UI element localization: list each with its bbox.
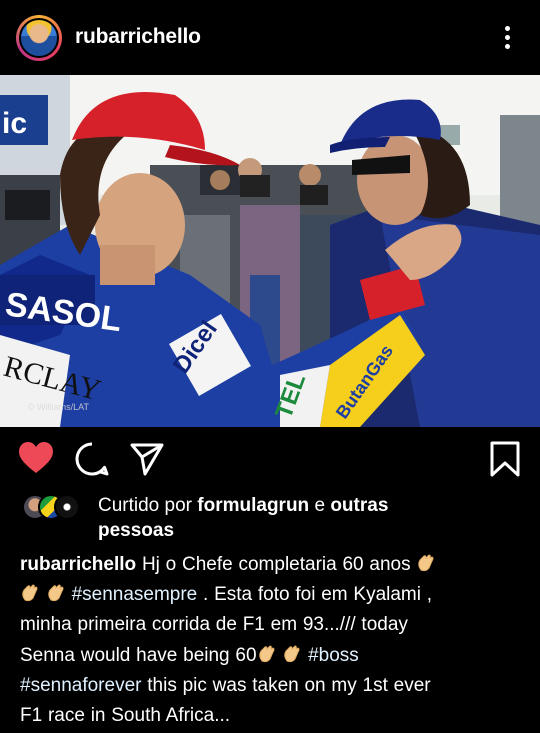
hashtag-sennaforever[interactable]: #sennaforever [20,675,141,696]
caption-text-6: F1 race in South Africa... [20,705,231,727]
caption-text-4: Senna would have being 60 [20,644,257,666]
clapping-hands-emoji [416,553,436,573]
heart-filled-icon[interactable] [18,441,54,480]
clapping-hands-emoji [257,644,277,664]
likes-others-link[interactable]: outras [330,495,388,516]
comment-icon[interactable] [75,442,109,481]
likes-text: Curtido por formulagrun e outras pessoas [98,493,518,543]
post-actions-bar [0,437,540,481]
likes-others-link-2[interactable]: pessoas [98,520,174,541]
post-photo[interactable]: ic SASOL RCLAY Dicel ButanGas TEL © Will… [0,75,540,427]
svg-text:ic: ic [2,107,27,140]
bookmark-icon[interactable] [489,441,521,482]
caption-text-5: this pic was taken on my 1st ever [147,674,431,696]
clapping-hands-emoji [20,583,40,603]
profile-avatar[interactable] [19,18,59,58]
likes-summary[interactable]: Curtido por formulagrun e outras pessoas [0,492,540,542]
liker-avatars[interactable] [22,494,92,520]
caption-text-3: minha primeira corrida de F1 em 93...///… [20,614,408,636]
post-header: rubarrichello [0,0,540,75]
post-caption: rubarrichello Hj o Chefe completaria 60 … [20,550,525,731]
clapping-hands-emoji [282,644,302,664]
hashtag-boss[interactable]: #boss [308,645,359,666]
post-username[interactable]: rubarrichello [75,25,201,49]
caption-text-1: Hj o Chefe completaria 60 anos [141,554,411,575]
likes-prefix: Curtido por [98,495,192,516]
liker-username[interactable]: formulagrun [197,495,309,516]
send-icon[interactable] [130,442,164,481]
likes-conjunction: e [314,495,326,516]
caption-username[interactable]: rubarrichello [20,554,136,575]
clapping-hands-emoji [46,583,66,603]
profile-avatar-ring[interactable] [16,15,62,61]
caption-text-2: . Esta foto foi em Kyalami , [203,584,433,606]
liker-avatar[interactable] [54,494,80,520]
hashtag-sennasempre[interactable]: #sennasempre [72,584,198,605]
more-vertical-icon[interactable] [500,24,514,52]
photo-credit: © Williams/LAT [28,402,89,412]
